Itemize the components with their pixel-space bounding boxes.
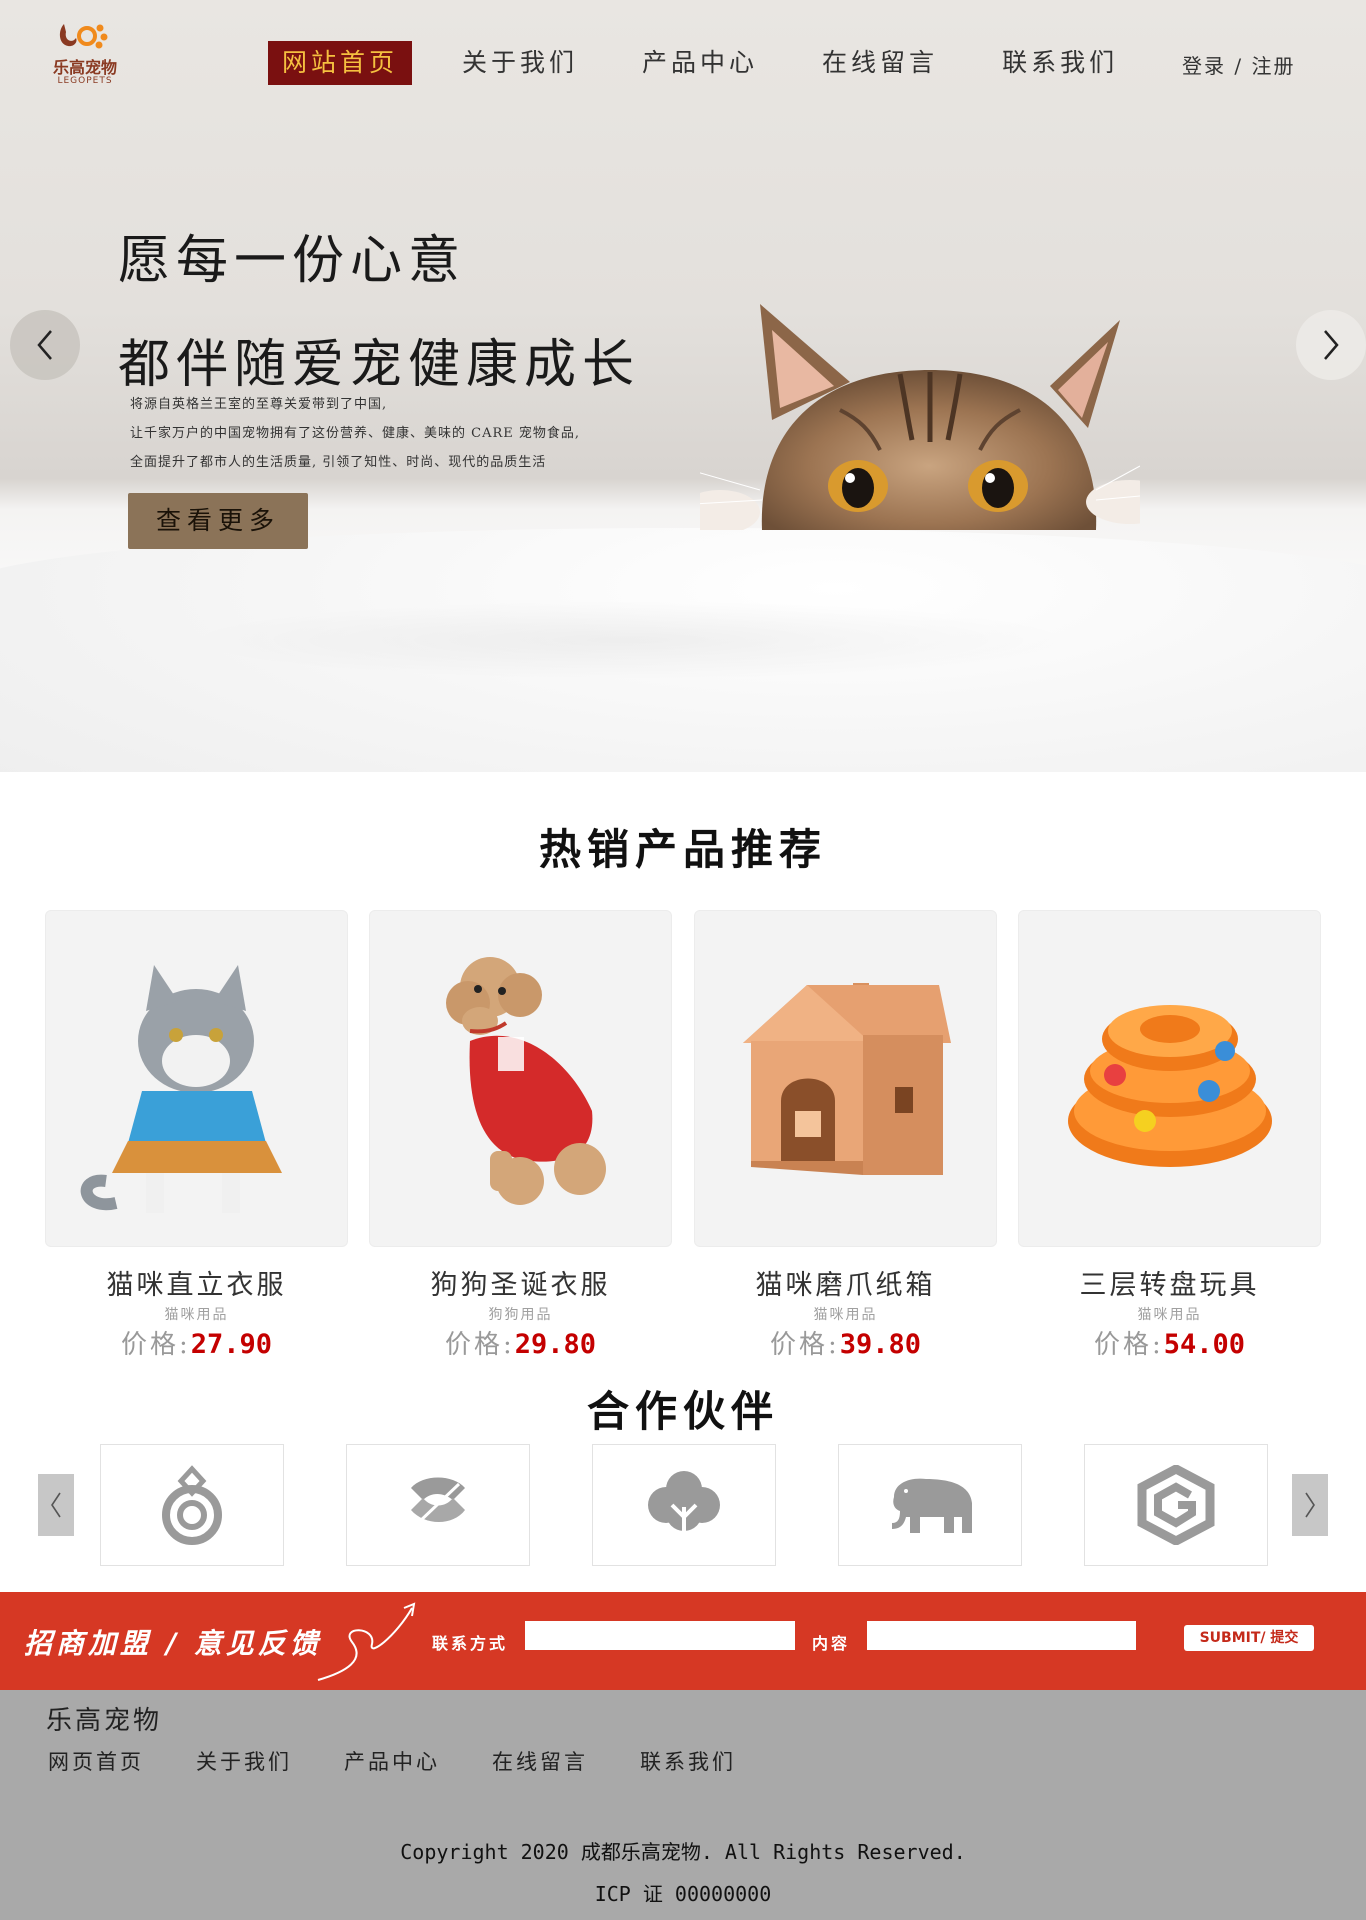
product-price: 价格:39.80 <box>694 1324 997 1361</box>
hero-title-line2: 都伴随爱宠健康成长 <box>118 335 641 395</box>
chevron-left-icon <box>37 330 52 360</box>
footer-nav: 网页首页 关于我们 产品中心 在线留言 联系我们 <box>48 1746 788 1776</box>
product-name[interactable]: 猫咪直立衣服 <box>45 1263 348 1302</box>
copyright-text: Copyright 2020 成都乐高宠物. All Rights Reserv… <box>400 1840 966 1864</box>
submit-button[interactable]: SUBMIT/ 提交 <box>1184 1625 1314 1651</box>
elephant-logo-icon <box>892 1478 972 1533</box>
price-label: 价格: <box>769 1330 840 1360</box>
nav-item-contact[interactable]: 联系我们 <box>988 41 1132 85</box>
nav-item-about[interactable]: 关于我们 <box>448 41 592 85</box>
ribbon-logo-icon <box>411 1477 465 1526</box>
poodle-sweater-image <box>446 957 606 1205</box>
product-category: 猫咪用品 <box>813 1307 878 1323</box>
hero-cat-image <box>700 304 1140 530</box>
tree-logo-icon <box>648 1471 720 1537</box>
product-card[interactable]: 猫咪磨爪纸箱 猫咪用品 价格:39.80 <box>694 910 997 1360</box>
hero-desc-line: 让千家万户的中国宠物拥有了这份营养、健康、美味的 CARE 宠物食品, <box>130 426 581 441</box>
product-image-frame[interactable] <box>45 910 348 1247</box>
partner-logo-card[interactable] <box>838 1444 1022 1566</box>
product-category: 猫咪用品 <box>164 1307 229 1323</box>
footer-link-message[interactable]: 在线留言 <box>492 1746 588 1776</box>
partner-next-button[interactable] <box>1292 1474 1328 1536</box>
hero-desc-line: 全面提升了都市人的生活质量, 引领了知性、时尚、现代的品质生活 <box>130 455 547 470</box>
product-name[interactable]: 猫咪磨爪纸箱 <box>694 1263 997 1302</box>
brand-logo[interactable]: 乐高宠物 LEGOPETS <box>40 20 130 90</box>
feedback-bar: 招商加盟 / 意见反馈 联系方式 内容 SUBMIT/ 提交 <box>0 1592 1366 1690</box>
logo-mark-icon <box>59 24 108 49</box>
product-image-frame[interactable] <box>694 910 997 1247</box>
product-price: 价格:27.90 <box>45 1324 348 1361</box>
price-value: 54.00 <box>1163 1329 1246 1360</box>
content-input[interactable] <box>867 1621 1136 1650</box>
chevron-left-icon <box>51 1492 61 1518</box>
product-name[interactable]: 狗狗圣诞衣服 <box>369 1263 672 1302</box>
hot-products-title: 热销产品推荐 <box>538 825 827 874</box>
chevron-right-icon <box>1305 1492 1315 1518</box>
nav-item-home[interactable]: 网站首页 <box>268 41 413 85</box>
brand-name-en: LEGOPETS <box>57 76 113 86</box>
product-category: 猫咪用品 <box>1137 1307 1202 1323</box>
brand-name: 乐高宠物 <box>52 58 117 77</box>
product-price: 价格:29.80 <box>369 1324 672 1361</box>
hero-desc-line: 将源自英格兰王室的至尊关爱带到了中国, <box>130 397 388 412</box>
price-label: 价格: <box>444 1330 515 1360</box>
footer-link-home[interactable]: 网页首页 <box>48 1746 144 1776</box>
product-image-frame[interactable] <box>369 910 672 1247</box>
product-card[interactable]: 猫咪直立衣服 猫咪用品 价格:27.90 <box>45 910 348 1360</box>
product-category: 狗狗用品 <box>488 1307 553 1323</box>
footer-link-about[interactable]: 关于我们 <box>196 1746 292 1776</box>
partners-title: 合作伙伴 <box>586 1387 779 1436</box>
footer: 乐高宠物 网页首页 关于我们 产品中心 在线留言 联系我们 Copyright … <box>0 1690 1366 1920</box>
product-price: 价格:54.00 <box>1018 1324 1321 1361</box>
partner-logo-card[interactable] <box>346 1444 530 1566</box>
product-card[interactable]: 狗狗圣诞衣服 狗狗用品 价格:29.80 <box>369 910 672 1360</box>
contact-label: 联系方式 <box>432 1634 509 1653</box>
partner-carousel <box>38 1444 1330 1566</box>
product-grid: 猫咪直立衣服 猫咪用品 价格:27.90 狗狗圣诞衣服 狗狗用品 价格:29.8… <box>45 910 1321 1360</box>
main-nav: 网站首页 关于我们 产品中心 在线留言 联系我们 <box>268 41 1168 85</box>
login-register-link[interactable]: 登录 / 注册 <box>1182 50 1295 79</box>
product-image-frame[interactable] <box>1018 910 1321 1247</box>
nav-item-products[interactable]: 产品中心 <box>628 41 772 85</box>
footer-brand: 乐高宠物 <box>46 1706 163 1736</box>
hero-title-line1: 愿每一份心意 <box>118 231 467 291</box>
hexagon-g-logo-icon <box>1137 1465 1215 1545</box>
turntable-toy-image <box>1068 1005 1272 1167</box>
product-name[interactable]: 三层转盘玩具 <box>1018 1263 1321 1302</box>
price-label: 价格: <box>1093 1330 1164 1360</box>
hero-banner: 乐高宠物 LEGOPETS 网站首页 关于我们 产品中心 在线留言 联系我们 登… <box>0 0 1366 772</box>
carousel-next-button[interactable] <box>1296 310 1366 380</box>
footer-link-products[interactable]: 产品中心 <box>344 1746 440 1776</box>
price-label: 价格: <box>120 1330 191 1360</box>
icp-number: ICP 证 00000000 <box>594 1882 772 1906</box>
partner-prev-button[interactable] <box>38 1474 74 1536</box>
drop-logo-icon <box>162 1465 222 1545</box>
cardboard-house-image <box>743 983 951 1175</box>
nav-item-message[interactable]: 在线留言 <box>808 41 952 85</box>
price-value: 29.80 <box>514 1329 597 1360</box>
price-value: 39.80 <box>839 1329 922 1360</box>
contact-input[interactable] <box>525 1621 795 1650</box>
partner-logo-card[interactable] <box>100 1444 284 1566</box>
partner-logo-card[interactable] <box>1084 1444 1268 1566</box>
carousel-prev-button[interactable] <box>10 310 80 380</box>
chevron-right-icon <box>1324 330 1339 360</box>
product-card[interactable]: 三层转盘玩具 猫咪用品 价格:54.00 <box>1018 910 1321 1360</box>
cat-costume-image <box>80 965 282 1213</box>
price-value: 27.90 <box>190 1329 273 1360</box>
footer-link-contact[interactable]: 联系我们 <box>640 1746 736 1776</box>
feedback-title: 招商加盟 / 意见反馈 <box>24 1627 322 1660</box>
partner-logo-card[interactable] <box>592 1444 776 1566</box>
swoosh-arrow-icon <box>317 1602 416 1681</box>
content-label: 内容 <box>812 1634 851 1653</box>
view-more-button[interactable]: 查看更多 <box>128 493 308 549</box>
hero-description: 将源自英格兰王室的至尊关爱带到了中国, 让千家万户的中国宠物拥有了这份营养、健康… <box>130 390 580 477</box>
